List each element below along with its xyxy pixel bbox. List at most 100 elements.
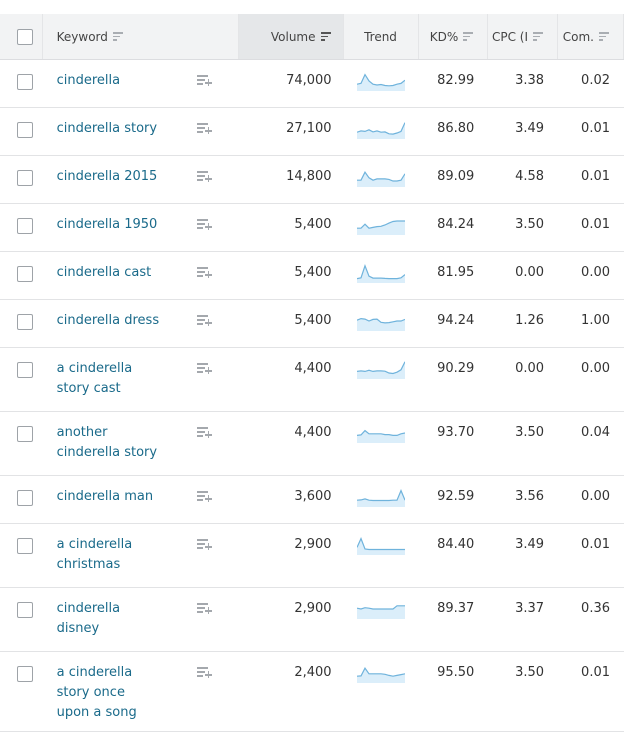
keyword-link[interactable]: cinderella dress xyxy=(57,311,159,331)
header-cpc[interactable]: CPC (I xyxy=(488,14,559,59)
row-checkbox[interactable] xyxy=(17,218,34,234)
keyword-link[interactable]: cinderella cast xyxy=(57,263,152,283)
cpc-value: 3.49 xyxy=(515,121,545,136)
select-all-checkbox[interactable] xyxy=(16,28,33,45)
sort-icon[interactable] xyxy=(533,32,544,41)
row-checkbox[interactable] xyxy=(17,666,34,682)
trend-sparkline xyxy=(357,667,406,683)
kd-cell: 82.99 xyxy=(419,60,489,107)
keyword-link[interactable]: cinderella xyxy=(57,71,121,91)
keyword-link[interactable]: cinderella story xyxy=(57,119,158,139)
kd-cell: 90.29 xyxy=(419,348,489,411)
trend-cell xyxy=(344,524,419,587)
trend-sparkline-line xyxy=(357,489,406,502)
cpc-cell: 3.38 xyxy=(488,60,558,107)
sort-icon[interactable] xyxy=(320,32,331,41)
row-select-cell xyxy=(0,60,43,107)
kd-value: 81.95 xyxy=(437,265,475,280)
row-checkbox[interactable] xyxy=(17,490,34,506)
add-to-list-icon[interactable] xyxy=(196,314,213,326)
trend-cell xyxy=(344,108,419,155)
add-to-list-icon[interactable] xyxy=(196,602,213,614)
add-to-list-icon[interactable] xyxy=(196,538,213,550)
com-cell: 1.00 xyxy=(558,300,624,347)
volume-value: 14,800 xyxy=(286,169,332,184)
keyword-link[interactable]: a cinderella story cast xyxy=(57,359,133,399)
add-to-list-icon[interactable] xyxy=(196,490,213,502)
com-cell: 0.01 xyxy=(558,524,624,587)
cpc-value: 3.37 xyxy=(515,601,545,616)
keyword-link[interactable]: a cinderella story once upon a song xyxy=(57,663,137,723)
com-cell: 0.01 xyxy=(558,204,624,251)
row-checkbox[interactable] xyxy=(17,314,34,330)
table-row: cinderella dress 5,400 94.24 1.26 1.00 xyxy=(0,300,624,348)
table-row: cinderella man 3,600 92.59 3.56 0.00 xyxy=(0,476,624,524)
sort-icon[interactable] xyxy=(463,32,474,41)
row-checkbox[interactable] xyxy=(17,362,34,378)
row-checkbox[interactable] xyxy=(17,266,34,282)
cpc-cell: 3.50 xyxy=(488,652,558,731)
add-to-list-cell xyxy=(196,252,239,299)
volume-cell: 5,400 xyxy=(239,252,343,299)
keyword-cell: a cinderella christmas xyxy=(43,524,197,587)
add-to-list-icon[interactable] xyxy=(196,122,213,134)
cpc-value: 3.38 xyxy=(515,73,545,88)
add-to-list-icon[interactable] xyxy=(196,426,213,438)
add-to-list-cell xyxy=(196,348,239,411)
volume-value: 5,400 xyxy=(294,265,332,280)
row-checkbox[interactable] xyxy=(17,74,34,90)
cpc-cell: 3.49 xyxy=(488,108,558,155)
cpc-value: 3.56 xyxy=(515,489,545,504)
add-to-list-icon[interactable] xyxy=(196,666,213,678)
header-kd-label: KD% xyxy=(429,29,459,44)
row-checkbox[interactable] xyxy=(17,170,34,186)
add-to-list-icon[interactable] xyxy=(196,74,213,86)
trend-cell xyxy=(344,204,419,251)
kd-cell: 92.59 xyxy=(419,476,489,523)
header-volume[interactable]: Volume xyxy=(239,14,344,59)
keyword-link[interactable]: cinderella 2015 xyxy=(57,167,158,187)
keyword-link[interactable]: cinderella 1950 xyxy=(57,215,158,235)
header-keyword[interactable]: Keyword xyxy=(43,14,240,59)
volume-value: 3,600 xyxy=(294,489,332,504)
com-value: 0.01 xyxy=(581,169,610,184)
row-checkbox[interactable] xyxy=(17,426,34,442)
header-keyword-label: Keyword xyxy=(56,29,108,44)
volume-cell: 27,100 xyxy=(239,108,343,155)
keyword-link[interactable]: another cinderella story xyxy=(57,423,158,463)
add-to-list-icon[interactable] xyxy=(196,218,213,230)
row-select-cell xyxy=(0,204,43,251)
kd-value: 94.24 xyxy=(437,313,475,328)
header-com[interactable]: Com. xyxy=(558,14,624,59)
cpc-cell: 3.50 xyxy=(488,412,558,475)
row-checkbox[interactable] xyxy=(17,602,34,618)
add-to-list-icon[interactable] xyxy=(196,362,213,374)
trend-sparkline-line xyxy=(357,537,406,551)
keyword-link[interactable]: cinderella man xyxy=(57,487,154,507)
row-select-cell xyxy=(0,156,43,203)
kd-cell: 81.95 xyxy=(419,252,489,299)
table-header: Keyword Volume Trend KD% CPC (I Com. xyxy=(0,14,624,60)
table-row: cinderella disney 2,900 89.37 3.37 0.36 xyxy=(0,588,624,652)
cpc-value: 0.00 xyxy=(515,361,545,376)
row-select-cell xyxy=(0,476,43,523)
add-to-list-icon[interactable] xyxy=(196,170,213,182)
cpc-value: 3.50 xyxy=(515,665,545,680)
sort-icon[interactable] xyxy=(598,32,609,41)
cpc-cell: 1.26 xyxy=(488,300,558,347)
sort-icon[interactable] xyxy=(112,32,123,41)
header-kd[interactable]: KD% xyxy=(419,14,489,59)
row-checkbox[interactable] xyxy=(17,538,34,554)
row-checkbox[interactable] xyxy=(17,122,34,138)
add-to-list-cell xyxy=(196,524,239,587)
trend-sparkline-area xyxy=(357,221,406,235)
table-row: a cinderella story once upon a song 2,400 … xyxy=(0,652,624,732)
keyword-link[interactable]: cinderella disney xyxy=(57,599,121,639)
keyword-link[interactable]: a cinderella christmas xyxy=(57,535,133,575)
trend-sparkline xyxy=(357,605,406,619)
volume-cell: 5,400 xyxy=(239,300,343,347)
volume-cell: 2,900 xyxy=(239,524,343,587)
volume-cell: 2,400 xyxy=(239,652,343,731)
kd-value: 90.29 xyxy=(437,361,475,376)
add-to-list-icon[interactable] xyxy=(196,266,213,278)
